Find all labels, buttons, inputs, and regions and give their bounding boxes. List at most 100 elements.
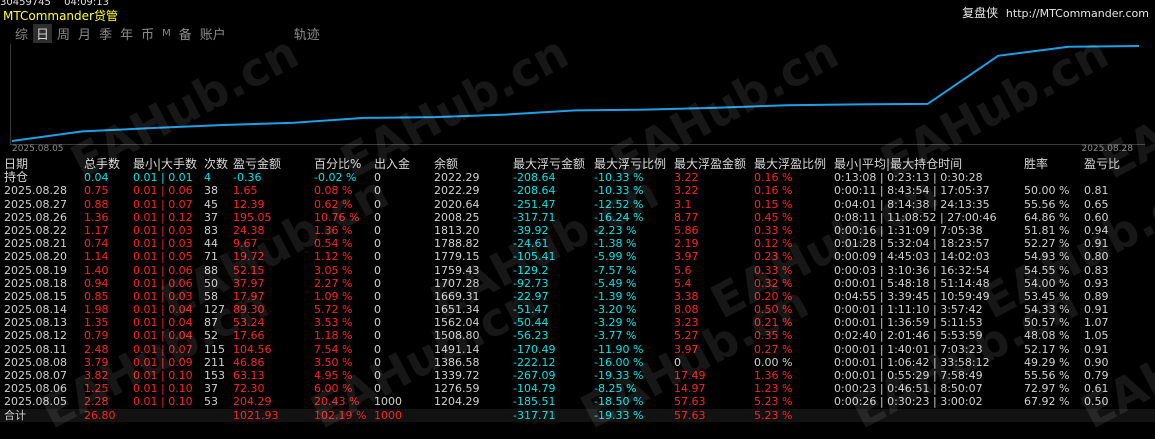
table-cell: 3.53 % bbox=[314, 316, 353, 330]
column-header: 最大浮亏比例 bbox=[594, 157, 667, 171]
tab-quarter[interactable]: 季 bbox=[96, 24, 115, 43]
tab-summary[interactable]: 综 bbox=[12, 24, 31, 43]
table-cell: 1562.04 bbox=[434, 316, 480, 330]
table-cell: -5.99 % bbox=[594, 250, 637, 264]
table-cell: 5.6 bbox=[674, 263, 692, 277]
table-cell: 1669.31 bbox=[434, 289, 480, 303]
table-row[interactable]: 2025.08.14 1.98 0.01 | 0.04 127 89.30 5.72 % 0… bbox=[0, 303, 1155, 316]
table-cell: 0.91 bbox=[1084, 237, 1109, 251]
column-header: 最大浮盈比例 bbox=[754, 157, 827, 171]
table-cell: 1.98 bbox=[84, 303, 109, 317]
table-cell: 0.61 bbox=[1084, 382, 1109, 396]
table-row[interactable]: 2025.08.28 0.75 0.01 | 0.06 38 1.65 0.08 % 0 20… bbox=[0, 184, 1155, 197]
tab-trajectory[interactable]: 轨迹 bbox=[291, 24, 323, 43]
table-cell: 4.95 % bbox=[314, 369, 353, 382]
table-row[interactable]: 2025.08.26 1.36 0.01 | 0.12 37 195.05 10.76 %… bbox=[0, 211, 1155, 224]
table-row[interactable]: 2025.08.15 0.85 0.01 | 0.03 58 17.97 1.09 % 0 1… bbox=[0, 290, 1155, 303]
table-cell: 1.17 bbox=[84, 223, 109, 237]
table-cell: 45 bbox=[204, 197, 218, 211]
table-cell: 17.49 bbox=[674, 369, 706, 382]
column-header: 最大浮亏金额 bbox=[513, 157, 586, 171]
table-row[interactable]: 2025.08.08 3.79 0.01 | 0.09 211 46.86 3.50 % 0… bbox=[0, 356, 1155, 369]
tab-account[interactable]: 账户 bbox=[197, 24, 229, 43]
table-cell: 64.86 % bbox=[1024, 210, 1070, 224]
table-row[interactable]: 2025.08.05 2.28 0.01 | 0.10 53 204.29 20.43 %… bbox=[0, 395, 1155, 408]
table-cell: 3.79 bbox=[84, 355, 109, 369]
table-cell: 53 bbox=[204, 395, 218, 409]
table-cell: 1.40 bbox=[84, 263, 109, 277]
table-cell: -11.90 % bbox=[594, 342, 644, 356]
table-cell: 49.29 % bbox=[1024, 355, 1070, 369]
table-cell: 104.56 bbox=[233, 342, 272, 356]
tab-note[interactable]: 备 bbox=[176, 24, 195, 43]
holding-cell: -10.33 % bbox=[594, 171, 644, 185]
tab-currency[interactable]: 币 bbox=[138, 24, 157, 43]
table-cell: 38 bbox=[204, 184, 218, 198]
table-cell: 2.27 % bbox=[314, 276, 353, 290]
table-cell: 19.72 bbox=[233, 250, 265, 264]
total-cell: 1021.93 bbox=[233, 408, 279, 422]
table-cell: 63.13 bbox=[233, 369, 265, 382]
tab-day[interactable]: 日 bbox=[33, 23, 53, 43]
total-row: 合计 26.80 1021.93 102.19 % 1000 -317.71 -19.33 … bbox=[0, 408, 1155, 422]
table-row[interactable]: 2025.08.11 2.48 0.01 | 0.07 115 104.56 7.54 %… bbox=[0, 343, 1155, 356]
column-header: 余额 bbox=[434, 157, 459, 171]
table-cell: 0.93 bbox=[1084, 276, 1109, 290]
table-cell: 0.50 bbox=[1084, 395, 1109, 409]
table-cell: 1.36 % bbox=[754, 369, 793, 382]
table-row[interactable]: 2025.08.12 0.79 0.01 | 0.04 52 17.66 1.18 % 0 1… bbox=[0, 329, 1155, 342]
table-cell: 0:00:23 | 0:46:51 | 8:50:07 bbox=[834, 382, 983, 396]
table-cell: -1.38 % bbox=[594, 237, 637, 251]
table-cell: 0.65 bbox=[1084, 197, 1109, 211]
column-header: 出入金 bbox=[374, 157, 411, 171]
table-cell: 0.01 | 0.06 bbox=[133, 184, 193, 198]
table-cell: 0.80 bbox=[1084, 250, 1109, 264]
tab-m[interactable]: M bbox=[159, 28, 174, 39]
table-cell: 0.01 | 0.04 bbox=[133, 329, 193, 343]
table-row[interactable]: 2025.08.06 1.25 0.01 | 0.10 37 72.30 6.00 % 0 1… bbox=[0, 382, 1155, 395]
table-cell: 1.25 bbox=[84, 382, 109, 396]
table-cell: -1.39 % bbox=[594, 289, 637, 303]
table-cell: 83 bbox=[204, 223, 218, 237]
column-header: 次数 bbox=[204, 157, 229, 171]
brand[interactable]: 复盘侠 http://MTCommander.com bbox=[962, 4, 1149, 21]
table-row[interactable]: 2025.08.22 1.17 0.01 | 0.03 83 24.38 1.36 % 0 1… bbox=[0, 224, 1155, 237]
table-cell: 1000 bbox=[374, 395, 402, 409]
table-cell: 1788.82 bbox=[434, 237, 480, 251]
holding-cell: -208.64 bbox=[513, 171, 556, 185]
table-cell: 1.36 bbox=[84, 210, 109, 224]
table-cell: 2025.08.21 bbox=[4, 237, 67, 251]
table-cell: 0.01 | 0.10 bbox=[133, 395, 193, 409]
table-cell: 0.79 bbox=[1084, 369, 1109, 382]
brand-url[interactable]: http://MTCommander.com bbox=[1006, 7, 1149, 20]
table-cell: 72.30 bbox=[233, 382, 265, 396]
table-cell: 3.38 bbox=[674, 289, 699, 303]
table-cell: 1204.29 bbox=[434, 395, 480, 409]
table-row[interactable]: 2025.08.13 1.35 0.01 | 0.04 87 53.24 3.53 % 0 1… bbox=[0, 316, 1155, 329]
tab-month[interactable]: 月 bbox=[75, 24, 94, 43]
table-cell: 0 bbox=[374, 223, 381, 237]
table-cell: 7.54 % bbox=[314, 342, 353, 356]
table-row[interactable]: 2025.08.20 1.14 0.01 | 0.05 71 19.72 1.12 % 0 1… bbox=[0, 250, 1155, 263]
tab-week[interactable]: 周 bbox=[54, 24, 73, 43]
table-cell: 1491.14 bbox=[434, 342, 480, 356]
table-row[interactable]: 2025.08.18 0.94 0.01 | 0.06 50 37.97 2.27 % 0 1… bbox=[0, 277, 1155, 290]
table-row[interactable]: 2025.08.21 0.74 0.01 | 0.03 44 9.67 0.54 % 0 17… bbox=[0, 237, 1155, 250]
table-row[interactable]: 2025.08.07 3.82 0.01 | 0.10 153 63.13 4.95 % 0… bbox=[0, 369, 1155, 382]
table-cell: 20.43 % bbox=[314, 395, 360, 409]
table-cell: 53.45 % bbox=[1024, 289, 1070, 303]
table-cell: 2025.08.06 bbox=[4, 382, 67, 396]
table-cell: -3.20 % bbox=[594, 303, 637, 317]
table-cell: 0.54 % bbox=[314, 237, 353, 251]
total-cell: -19.33 % bbox=[594, 408, 644, 422]
table-cell: 0.08 % bbox=[314, 184, 353, 198]
table-cell: 50.57 % bbox=[1024, 316, 1070, 330]
tab-year[interactable]: 年 bbox=[117, 24, 136, 43]
table-cell: 115 bbox=[204, 342, 225, 356]
table-cell: 3.97 bbox=[674, 250, 699, 264]
table-cell: 1759.43 bbox=[434, 263, 480, 277]
table-row[interactable]: 2025.08.27 0.88 0.01 | 0.07 45 12.39 0.62 % 0 2… bbox=[0, 198, 1155, 211]
table-cell: -2.23 % bbox=[594, 223, 637, 237]
table-cell: 5.86 bbox=[674, 223, 699, 237]
table-row[interactable]: 2025.08.19 1.40 0.01 | 0.06 88 52.15 3.05 % 0 1… bbox=[0, 264, 1155, 277]
